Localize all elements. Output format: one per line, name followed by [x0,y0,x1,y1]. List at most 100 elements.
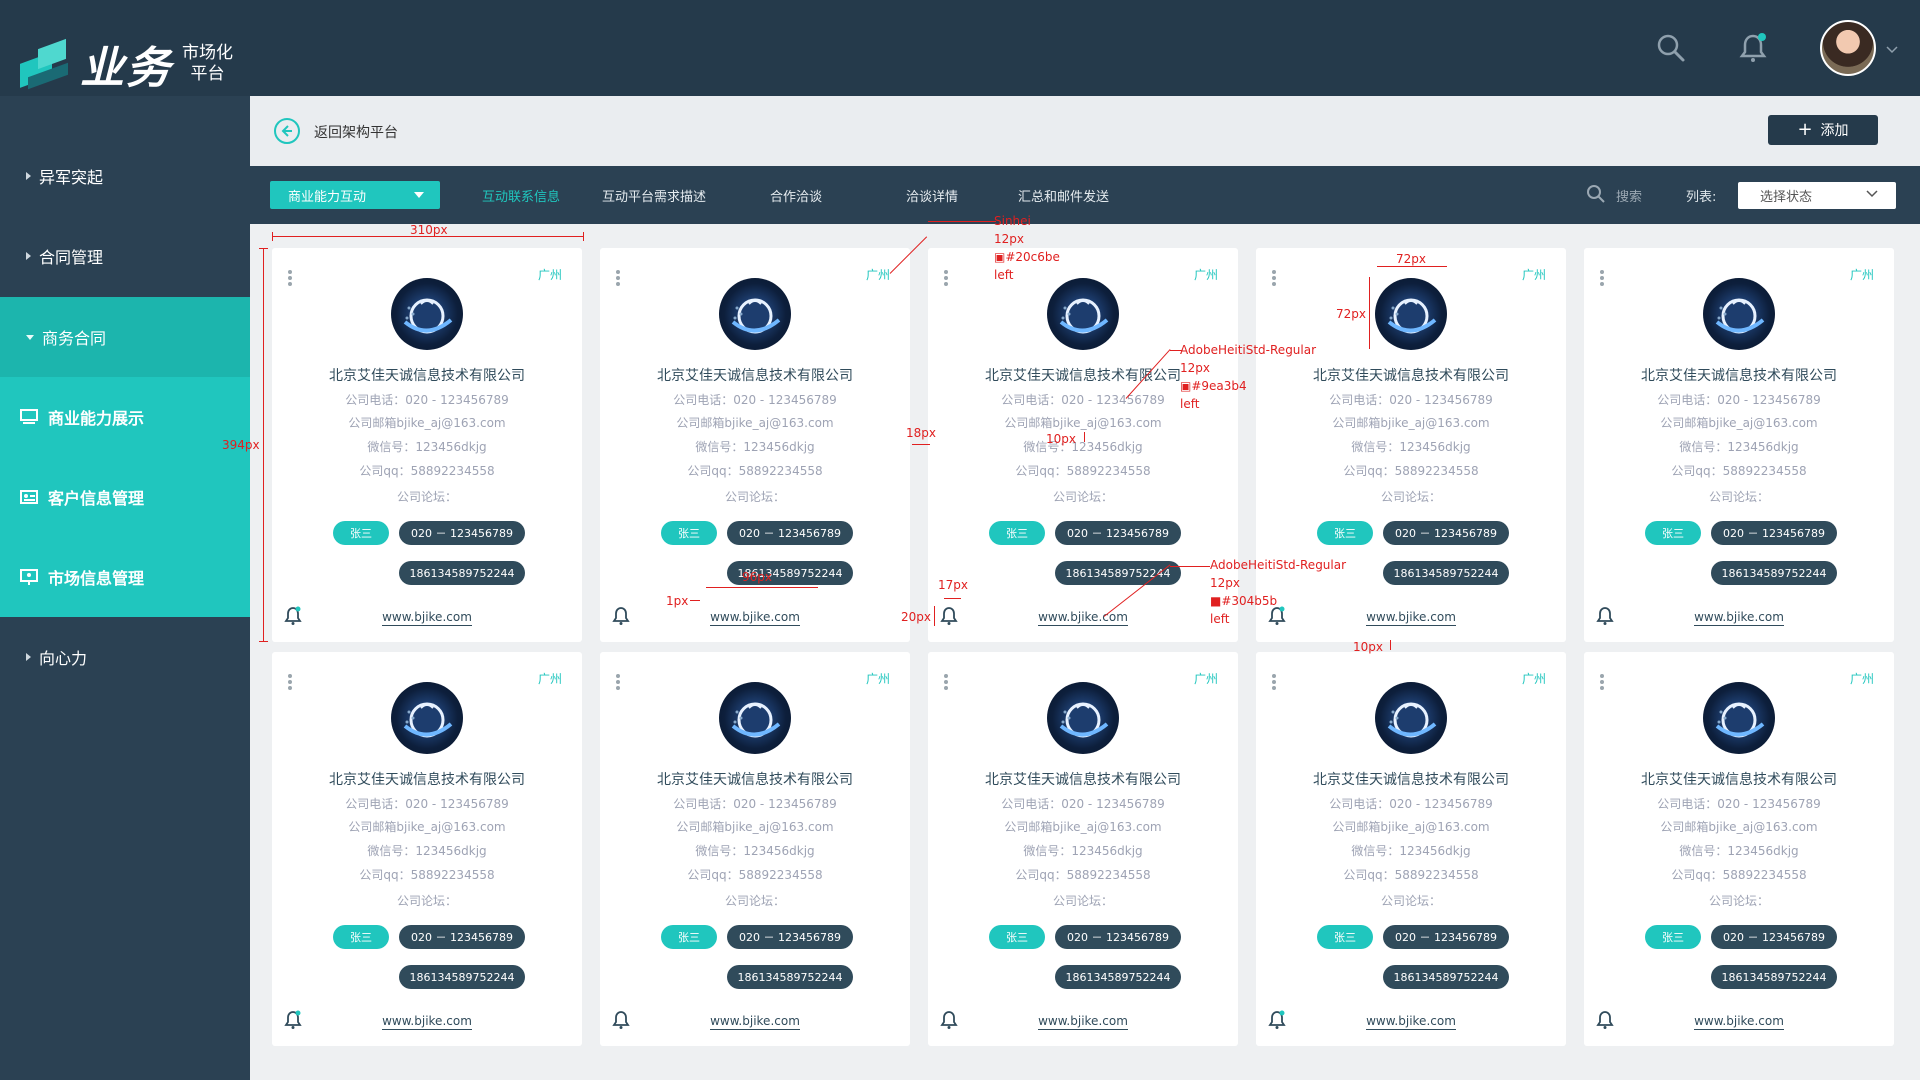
back-link[interactable]: 返回架构平台 [314,122,398,142]
contact-tel-tag[interactable]: 020 － 123456789 [1055,521,1181,545]
website-text[interactable]: www.bjike.com [1694,610,1784,626]
more-options-icon[interactable] [1272,674,1276,690]
website-text[interactable]: www.bjike.com [710,610,800,626]
tab-negotiation-detail[interactable]: 洽谈详情 [906,186,958,205]
website-text[interactable]: www.bjike.com [382,610,472,626]
contact-mobile-tag[interactable]: 186134589752244 [727,965,853,989]
search-icon[interactable] [1586,184,1606,204]
website-text[interactable]: www.bjike.com [710,1014,800,1030]
contact-name-tag[interactable]: 张三 [333,521,389,545]
contact-card[interactable]: 广州 北京艾佳天诚信息技术有限公司 公司电话：020 - 123456789 公司邮箱… [600,652,910,1046]
contact-card[interactable]: 广州 北京艾佳天诚信息技术有限公司 公司电话：020 - 123456789 公司邮箱… [272,652,582,1046]
contact-name-tag[interactable]: 张三 [989,521,1045,545]
search-icon[interactable] [1656,33,1686,63]
contact-name-tag[interactable]: 张三 [661,521,717,545]
website-text[interactable]: www.bjike.com [1694,1014,1784,1030]
company-wechat: 微信号：123456dkjg [1351,844,1471,858]
contact-tel-tag[interactable]: 020 － 123456789 [399,521,525,545]
website-link[interactable]: www.bjike.com [272,1014,582,1030]
more-options-icon[interactable] [288,674,292,690]
contact-mobile-tag[interactable]: 186134589752244 [1055,561,1181,585]
website-link[interactable]: www.bjike.com [600,1014,910,1030]
company-name: 北京艾佳天诚信息技术有限公司 [329,772,525,788]
contact-tel-tag[interactable]: 020 － 123456789 [727,521,853,545]
sidebar-item-yijun[interactable]: 异军突起 [0,136,250,216]
contact-name-tag[interactable]: 张三 [1317,521,1373,545]
chevron-down-icon[interactable] [1886,39,1898,58]
website-text[interactable]: www.bjike.com [1038,1014,1128,1030]
id-card-icon [20,490,38,504]
contact-card[interactable]: 广州 北京艾佳天诚信息技术有限公司 公司电话：020 - 123456789 公司邮箱… [928,652,1238,1046]
sidebar-item-contract-mgmt[interactable]: 合同管理 [0,216,250,296]
app-logo[interactable]: 业务 市场化 平台 [18,32,233,96]
website-text[interactable]: www.bjike.com [1038,610,1128,626]
contact-card[interactable]: 广州 北京艾佳天诚信息技术有限公司 公司电话：020 - 123456789 公司邮箱… [928,248,1238,642]
more-options-icon[interactable] [1600,270,1604,286]
sidebar-item-customer-info[interactable]: 客户信息管理 [0,457,250,537]
contact-mobile-tag[interactable]: 186134589752244 [399,965,525,989]
company-qq: 公司qq：58892234558 [1343,868,1479,882]
add-button[interactable]: + 添加 [1768,115,1878,145]
notification-dot [1758,33,1766,41]
contact-tel-tag[interactable]: 020 － 123456789 [727,925,853,949]
company-qq: 公司qq：58892234558 [359,868,495,882]
contact-tel-tag[interactable]: 020 － 123456789 [399,925,525,949]
contact-tel-tag[interactable]: 020 － 123456789 [1055,925,1181,949]
more-options-icon[interactable] [616,270,620,286]
contact-mobile-tag[interactable]: 186134589752244 [1383,965,1509,989]
contact-mobile-tag[interactable]: 186134589752244 [1711,561,1837,585]
website-link[interactable]: www.bjike.com [600,610,910,626]
contact-card[interactable]: 广州 北京艾佳天诚信息技术有限公司 公司电话：020 - 123456789 公司邮箱… [1584,248,1894,642]
contact-card[interactable]: 广州 北京艾佳天诚信息技术有限公司 公司电话：020 - 123456789 公司邮箱… [272,248,582,642]
user-avatar[interactable] [1820,20,1876,76]
back-arrow-icon[interactable] [274,118,300,144]
annotation-gap-10b: 10px [1353,640,1383,654]
website-link[interactable]: www.bjike.com [1256,1014,1566,1030]
tab-demand-desc[interactable]: 互动平台需求描述 [602,186,706,205]
more-options-icon[interactable] [944,270,948,286]
contact-tel-tag[interactable]: 020 － 123456789 [1383,521,1509,545]
website-link[interactable]: www.bjike.com [928,610,1238,626]
company-forum: 公司论坛： [1052,490,1113,504]
contact-name-tag[interactable]: 张三 [661,925,717,949]
website-text[interactable]: www.bjike.com [382,1014,472,1030]
status-select[interactable]: 选择状态 [1738,182,1896,209]
sidebar-item-business-contract[interactable]: 商务合同 [0,297,250,377]
contact-mobile-tag[interactable]: 186134589752244 [1383,561,1509,585]
company-logo [719,682,791,754]
website-link[interactable]: www.bjike.com [1584,610,1894,626]
website-text[interactable]: www.bjike.com [1366,1014,1456,1030]
more-options-icon[interactable] [616,674,620,690]
contact-tel-tag[interactable]: 020 － 123456789 [1711,521,1837,545]
tab-contact-info[interactable]: 互动联系信息 [482,186,560,205]
contact-name-tag[interactable]: 张三 [989,925,1045,949]
contact-name-tag[interactable]: 张三 [1317,925,1373,949]
contact-mobile-tag[interactable]: 186134589752244 [1055,965,1181,989]
more-options-icon[interactable] [1600,674,1604,690]
contact-tel-tag[interactable]: 020 － 123456789 [1711,925,1837,949]
tab-cooperation[interactable]: 合作洽谈 [770,186,822,205]
contact-mobile-tag[interactable]: 186134589752244 [399,561,525,585]
contact-mobile-tag[interactable]: 186134589752244 [1711,965,1837,989]
contact-name-tag[interactable]: 张三 [1645,521,1701,545]
search-input[interactable]: 搜索 [1616,186,1642,205]
contact-name-tag[interactable]: 张三 [1645,925,1701,949]
contact-card[interactable]: 广州 北京艾佳天诚信息技术有限公司 公司电话：020 - 123456789 公司邮箱… [1256,652,1566,1046]
tab-summary-email[interactable]: 汇总和邮件发送 [1018,186,1109,205]
contact-tel-tag[interactable]: 020 － 123456789 [1383,925,1509,949]
more-options-icon[interactable] [944,674,948,690]
more-options-icon[interactable] [1272,270,1276,286]
website-link[interactable]: www.bjike.com [928,1014,1238,1030]
website-link[interactable]: www.bjike.com [272,610,582,626]
more-options-icon[interactable] [288,270,292,286]
category-dropdown[interactable]: 商业能力互动 [270,181,440,209]
sidebar-item-market-info[interactable]: 市场信息管理 [0,537,250,617]
contact-card[interactable]: 广州 北京艾佳天诚信息技术有限公司 公司电话：020 - 123456789 公司邮箱… [1584,652,1894,1046]
website-text[interactable]: www.bjike.com [1366,610,1456,626]
contact-name-tag[interactable]: 张三 [333,925,389,949]
company-wechat: 微信号：123456dkjg [695,844,815,858]
sidebar-item-xiangxinli[interactable]: 向心力 [0,617,250,697]
website-link[interactable]: www.bjike.com [1584,1014,1894,1030]
sidebar-item-capability-show[interactable]: 商业能力展示 [0,377,250,457]
notification-bell-icon[interactable] [1738,33,1768,63]
